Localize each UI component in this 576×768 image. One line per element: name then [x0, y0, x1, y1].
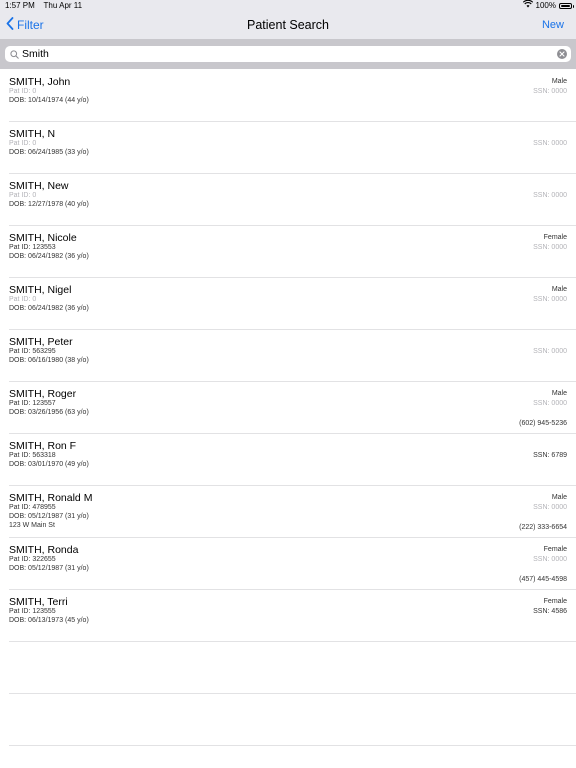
patient-ssn: SSN: 0000: [533, 504, 567, 511]
patient-row[interactable]: SMITH, N Pat ID: 0 DOB: 06/24/1985 (33 y/o…: [9, 122, 576, 174]
patient-ssn: SSN: 6789: [533, 452, 567, 459]
patient-gender: Male: [551, 494, 567, 501]
patient-id: Pat ID: 322655: [9, 556, 56, 563]
patient-list: SMITH, John Pat ID: 0 DOB: 10/14/1974 (44 …: [0, 70, 576, 746]
patient-name: SMITH, N: [9, 128, 56, 140]
patient-row[interactable]: SMITH, New Pat ID: 0 DOB: 12/27/1978 (40 y…: [9, 174, 576, 226]
patient-ssn: SSN: 0000: [533, 192, 567, 199]
patient-name: SMITH, Nicole: [9, 232, 77, 244]
patient-id: Pat ID: 478955: [9, 504, 56, 511]
search-icon: [10, 49, 19, 59]
patient-gender: Male: [551, 286, 567, 293]
patient-name: SMITH, New: [9, 180, 69, 192]
patient-name: SMITH, Roger: [9, 388, 77, 400]
patient-id: Pat ID: 0: [9, 296, 37, 303]
search-container: [0, 39, 576, 69]
patient-ssn: SSN: 0000: [533, 556, 567, 563]
patient-id: Pat ID: 0: [9, 192, 37, 199]
patient-name: SMITH, Ron F: [9, 440, 77, 452]
patient-dob: DOB: 03/01/1970 (49 y/o): [9, 461, 89, 468]
patient-ssn: SSN: 0000: [533, 296, 567, 303]
battery-percent: 100%: [535, 1, 556, 10]
patient-gender: Female: [543, 598, 567, 605]
patient-name: SMITH, Ronald M: [9, 492, 93, 504]
patient-name: SMITH, Terri: [9, 596, 68, 608]
patient-gender: Female: [543, 234, 567, 241]
status-time: 1:57 PM: [5, 1, 35, 10]
battery-fill: [561, 5, 570, 7]
patient-id: Pat ID: 123555: [9, 608, 56, 615]
patient-row[interactable]: SMITH, Nicole Pat ID: 123553 DOB: 06/24/19…: [9, 226, 576, 278]
status-bar: 1:57 PM Thu Apr 11 100%: [0, 0, 576, 12]
patient-row[interactable]: SMITH, Terri Pat ID: 123555 DOB: 06/13/197…: [9, 590, 576, 642]
page-title: Patient Search: [247, 18, 329, 32]
patient-name: SMITH, John: [9, 76, 71, 88]
clear-icon[interactable]: [557, 49, 567, 59]
patient-dob: DOB: 06/13/1973 (45 y/o): [9, 617, 89, 624]
status-right: 100%: [522, 0, 574, 12]
empty-row: [9, 642, 576, 694]
patient-ssn: SSN: 0000: [533, 88, 567, 95]
patient-id: Pat ID: 563318: [9, 452, 56, 459]
patient-gender: Female: [543, 546, 567, 553]
patient-name: SMITH, Peter: [9, 336, 73, 348]
patient-dob: DOB: 12/27/1978 (40 y/o): [9, 201, 89, 208]
patient-row[interactable]: SMITH, Ronald M Pat ID: 478955 DOB: 05/12/…: [9, 486, 576, 538]
patient-row[interactable]: SMITH, Ron F Pat ID: 563318 DOB: 03/01/197…: [9, 434, 576, 486]
patient-id: Pat ID: 563295: [9, 348, 56, 355]
patient-id: Pat ID: 123557: [9, 400, 56, 407]
patient-ssn: SSN: 4586: [533, 608, 567, 615]
patient-name: SMITH, Nigel: [9, 284, 72, 296]
wifi-icon: [522, 0, 533, 12]
patient-phone: (602) 945-5236: [519, 420, 567, 427]
patient-dob: DOB: 06/16/1980 (38 y/o): [9, 357, 89, 364]
patient-gender: Male: [551, 390, 567, 397]
patient-phone: (222) 333-6654: [519, 524, 567, 531]
patient-ssn: SSN: 0000: [533, 244, 567, 251]
empty-row: [9, 694, 576, 746]
patient-ssn: SSN: 0000: [533, 400, 567, 407]
patient-row[interactable]: SMITH, John Pat ID: 0 DOB: 10/14/1974 (44 …: [9, 70, 576, 122]
patient-dob: DOB: 05/12/1987 (31 y/o): [9, 565, 89, 572]
patient-phone: (457) 445-4598: [519, 576, 567, 583]
patient-id: Pat ID: 123553: [9, 244, 56, 251]
navigation-bar: Filter Patient Search New: [0, 12, 576, 39]
patient-row[interactable]: SMITH, Roger Pat ID: 123557 DOB: 03/26/195…: [9, 382, 576, 434]
patient-gender: Male: [551, 78, 567, 85]
new-patient-button[interactable]: New: [542, 19, 564, 31]
status-left: 1:57 PM Thu Apr 11: [5, 0, 82, 12]
battery-icon: [559, 3, 574, 9]
patient-dob: DOB: 10/14/1974 (44 y/o): [9, 97, 89, 104]
patient-dob: DOB: 06/24/1982 (36 y/o): [9, 305, 89, 312]
patient-row[interactable]: SMITH, Peter Pat ID: 563295 DOB: 06/16/198…: [9, 330, 576, 382]
patient-ssn: SSN: 0000: [533, 140, 567, 147]
search-bar[interactable]: [5, 46, 571, 62]
patient-id: Pat ID: 0: [9, 88, 37, 95]
patient-dob: DOB: 05/12/1987 (31 y/o): [9, 513, 89, 520]
patient-ssn: SSN: 0000: [533, 348, 567, 355]
patient-row[interactable]: SMITH, Nigel Pat ID: 0 DOB: 06/24/1982 (36…: [9, 278, 576, 330]
patient-name: SMITH, Ronda: [9, 544, 79, 556]
patient-dob: DOB: 03/26/1956 (63 y/o): [9, 409, 89, 416]
patient-address: 123 W Main St: [9, 522, 55, 529]
patient-dob: DOB: 06/24/1982 (36 y/o): [9, 253, 89, 260]
search-input[interactable]: [22, 47, 557, 61]
patient-dob: DOB: 06/24/1985 (33 y/o): [9, 149, 89, 156]
patient-row[interactable]: SMITH, Ronda Pat ID: 322655 DOB: 05/12/198…: [9, 538, 576, 590]
status-date: Thu Apr 11: [43, 1, 83, 10]
patient-id: Pat ID: 0: [9, 140, 37, 147]
